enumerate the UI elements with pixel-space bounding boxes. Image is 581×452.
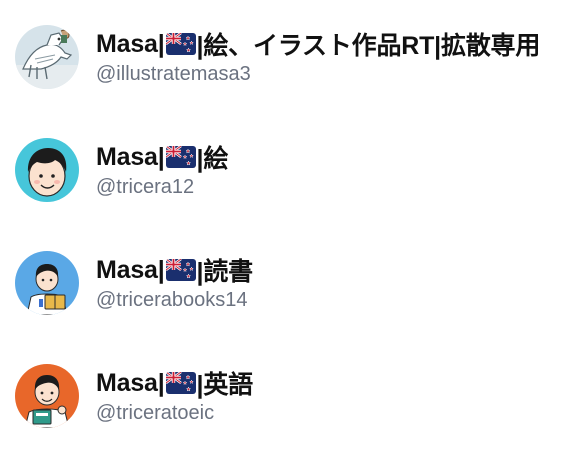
account-list: Masa| |絵、イラスト作品RT|拡散専用 @illustratemasa3 bbox=[0, 0, 581, 452]
smiling-boy-avatar[interactable] bbox=[15, 138, 79, 202]
user-handle[interactable]: @triceratoeic bbox=[96, 399, 581, 427]
account-text: Masa| |英語 @triceratoeic bbox=[96, 367, 581, 427]
boy-reading-avatar[interactable] bbox=[15, 251, 79, 315]
boy-reading-book-icon bbox=[15, 251, 79, 315]
account-text: Masa| |読書 @tricerabooks14 bbox=[96, 254, 581, 314]
new-zealand-flag-icon bbox=[166, 33, 196, 55]
account-row-illustratemasa3[interactable]: Masa| |絵、イラスト作品RT|拡散専用 @illustratemasa3 bbox=[0, 10, 581, 110]
name-suffix: |絵 bbox=[196, 145, 229, 173]
account-row-tricerabooks14[interactable]: Masa| |読書 @tricerabooks14 bbox=[0, 236, 581, 336]
display-name[interactable]: Masa| |英語 bbox=[96, 367, 581, 400]
user-handle[interactable]: @illustratemasa3 bbox=[96, 60, 581, 88]
boy-textbook-icon bbox=[15, 364, 79, 428]
display-name[interactable]: Masa| |絵 bbox=[96, 141, 581, 174]
name-suffix: |読書 bbox=[196, 258, 254, 286]
name-prefix: Masa| bbox=[96, 255, 165, 284]
name-prefix: Masa| bbox=[96, 142, 165, 171]
name-prefix: Masa| bbox=[96, 368, 165, 397]
new-zealand-flag-icon bbox=[166, 146, 196, 168]
account-row-triceratoeic[interactable]: Masa| |英語 @triceratoeic bbox=[0, 349, 581, 449]
display-name[interactable]: Masa| |絵、イラスト作品RT|拡散専用 bbox=[96, 28, 581, 61]
new-zealand-flag-icon bbox=[166, 372, 196, 394]
display-name[interactable]: Masa| |読書 bbox=[96, 254, 581, 287]
name-suffix: |絵、イラスト作品RT|拡散専用 bbox=[196, 32, 541, 60]
account-text: Masa| |絵 @tricera12 bbox=[96, 141, 581, 201]
dinosaur-skeleton-icon bbox=[15, 25, 79, 89]
account-row-tricera12[interactable]: Masa| |絵 @tricera12 bbox=[0, 123, 581, 223]
boy-with-textbook-avatar[interactable] bbox=[15, 364, 79, 428]
user-handle[interactable]: @tricera12 bbox=[96, 173, 581, 201]
account-text: Masa| |絵、イラスト作品RT|拡散専用 @illustratemasa3 bbox=[96, 28, 581, 88]
name-prefix: Masa| bbox=[96, 29, 165, 58]
boy-face-icon bbox=[15, 138, 79, 202]
dinosaur-illustration-avatar[interactable] bbox=[15, 25, 79, 89]
user-handle[interactable]: @tricerabooks14 bbox=[96, 286, 581, 314]
name-suffix: |英語 bbox=[196, 371, 254, 399]
new-zealand-flag-icon bbox=[166, 259, 196, 281]
